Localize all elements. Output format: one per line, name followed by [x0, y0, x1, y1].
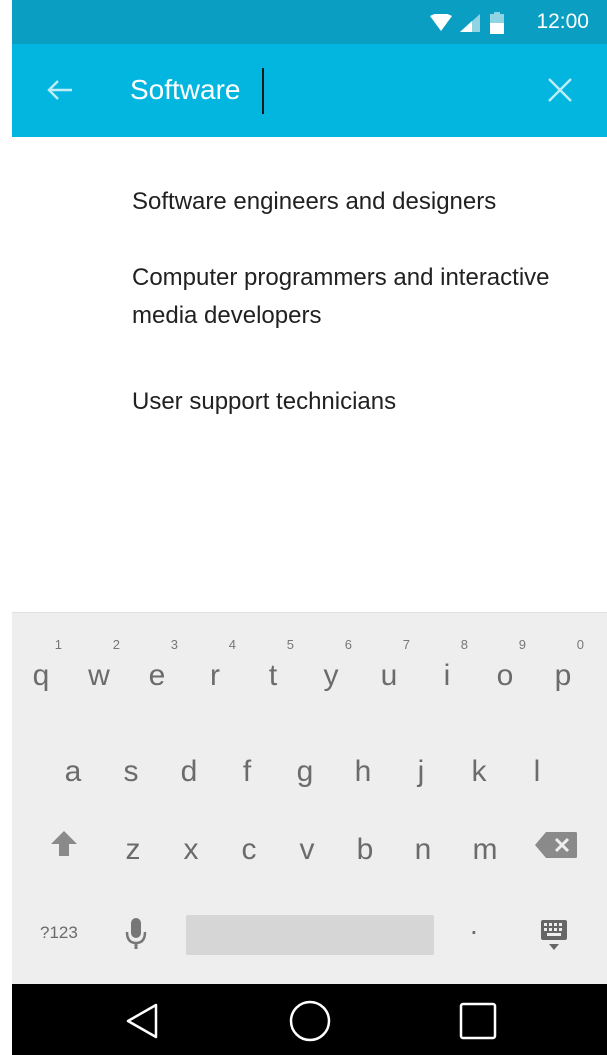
key-e[interactable]: 3e — [128, 633, 186, 701]
search-app-bar — [12, 44, 607, 137]
suggestion-item[interactable]: Software engineers and designers — [132, 183, 592, 221]
key-h[interactable]: h — [334, 729, 392, 797]
key-c[interactable]: c — [220, 807, 278, 875]
key-w[interactable]: 2w — [70, 633, 128, 701]
key-q[interactable]: 1q — [12, 633, 70, 701]
phone-screen: 12:00 Software engineers and designers C… — [12, 0, 607, 1055]
keyboard-icon[interactable] — [540, 919, 568, 953]
symbols-key[interactable]: ?123 — [40, 923, 78, 943]
soft-keyboard: 1q 2w 3e 4r 5t 6y 7u 8i 9o 0p a s d f g … — [12, 612, 607, 985]
key-n[interactable]: n — [394, 807, 452, 875]
text-caret — [262, 68, 264, 114]
period-key[interactable]: . — [470, 909, 478, 941]
space-bar[interactable] — [186, 915, 434, 955]
back-arrow-icon[interactable] — [44, 74, 76, 106]
key-m[interactable]: m — [456, 807, 514, 875]
key-y[interactable]: 6y — [302, 633, 360, 701]
signal-icon — [460, 14, 480, 32]
mic-icon[interactable] — [124, 917, 148, 951]
key-b[interactable]: b — [336, 807, 394, 875]
key-k[interactable]: k — [450, 729, 508, 797]
key-u[interactable]: 7u — [360, 633, 418, 701]
key-v[interactable]: v — [278, 807, 336, 875]
nav-back-icon[interactable] — [122, 1001, 162, 1041]
key-f[interactable]: f — [218, 729, 276, 797]
key-o[interactable]: 9o — [476, 633, 534, 701]
search-input[interactable] — [130, 70, 510, 110]
shift-icon[interactable] — [50, 829, 78, 857]
key-z[interactable]: z — [104, 807, 162, 875]
key-p[interactable]: 0p — [534, 633, 592, 701]
key-l[interactable]: l — [508, 729, 566, 797]
suggestion-item[interactable]: User support technicians — [132, 383, 592, 421]
clear-icon[interactable] — [546, 76, 574, 104]
key-i[interactable]: 8i — [418, 633, 476, 701]
key-r[interactable]: 4r — [186, 633, 244, 701]
key-g[interactable]: g — [276, 729, 334, 797]
key-d[interactable]: d — [160, 729, 218, 797]
navigation-bar — [12, 984, 607, 1055]
status-time: 12:00 — [536, 10, 589, 33]
nav-home-icon[interactable] — [288, 999, 332, 1043]
key-x[interactable]: x — [162, 807, 220, 875]
key-a[interactable]: a — [44, 729, 102, 797]
key-s[interactable]: s — [102, 729, 160, 797]
suggestion-item[interactable]: Computer programmers and interactive med… — [132, 259, 592, 335]
backspace-icon[interactable] — [534, 831, 578, 859]
key-t[interactable]: 5t — [244, 633, 302, 701]
suggestion-list: Software engineers and designers Compute… — [12, 137, 607, 612]
battery-icon — [490, 12, 504, 34]
status-bar: 12:00 — [12, 0, 607, 44]
wifi-icon — [430, 14, 452, 31]
nav-recents-icon[interactable] — [458, 1001, 498, 1041]
key-j[interactable]: j — [392, 729, 450, 797]
